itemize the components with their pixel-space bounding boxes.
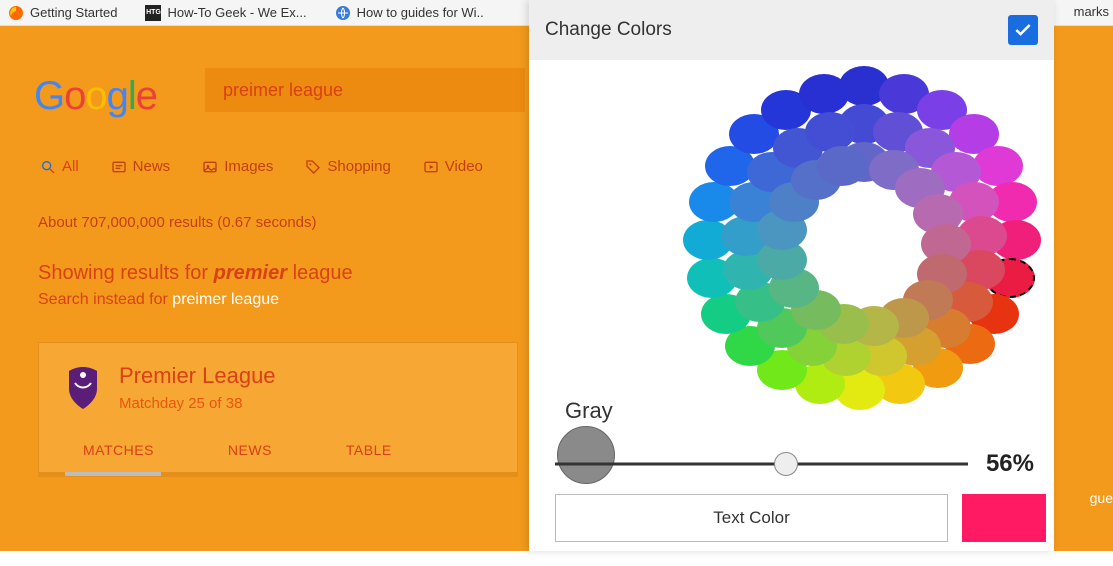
corrected-term[interactable]: premier	[214, 262, 287, 284]
showing-prefix: Showing results for	[38, 262, 214, 284]
tab-label: Video	[445, 158, 483, 175]
news-icon	[111, 159, 127, 175]
color-ellipse[interactable]	[973, 146, 1023, 186]
popup-bottom-row: Text Color	[555, 494, 1046, 542]
image-icon	[202, 159, 218, 175]
instead-prefix: Search instead for	[38, 291, 172, 308]
search-icon	[40, 159, 56, 175]
tab-videos[interactable]: Video	[423, 158, 483, 175]
strip-text: gue	[1090, 490, 1113, 506]
card-subtitle: Matchday 25 of 38	[119, 395, 276, 412]
apply-check-button[interactable]	[1008, 15, 1038, 45]
premier-league-logo-icon	[65, 365, 101, 411]
popup-header: Change Colors	[529, 0, 1054, 60]
bookmarks-overflow-label[interactable]: marks	[1074, 4, 1109, 19]
bookmark-label: How-To Geek - We Ex...	[167, 5, 306, 20]
globe-icon	[335, 5, 351, 21]
play-icon	[423, 159, 439, 175]
htg-icon: HTG	[145, 5, 161, 21]
slider-value: 56%	[986, 450, 1034, 478]
bookmark-howtoguides[interactable]: How to guides for Wi..	[335, 5, 484, 21]
check-icon	[1013, 20, 1033, 40]
color-wheel[interactable]	[613, 66, 1015, 444]
bookmark-label: Getting Started	[30, 5, 117, 20]
search-instead-for: Search instead for preimer league	[38, 291, 279, 309]
showing-results-for: Showing results for premier league	[38, 262, 353, 285]
card-tab-matches[interactable]: MATCHES	[83, 442, 154, 458]
bookmark-label: How to guides for Wi..	[357, 5, 484, 20]
bookmark-howtogeek[interactable]: HTG How-To Geek - We Ex...	[145, 5, 306, 21]
card-title[interactable]: Premier League	[119, 363, 276, 389]
lightness-slider[interactable]	[555, 450, 968, 478]
instead-link[interactable]: preimer league	[172, 291, 279, 308]
results-stats: About 707,000,000 results (0.67 seconds)	[38, 214, 317, 231]
tab-shopping[interactable]: Shopping	[305, 158, 390, 175]
card-tabs: MATCHES NEWS TABLE	[39, 426, 517, 472]
right-edge-strip: gue ue is	[1059, 52, 1113, 551]
current-color-swatch[interactable]	[962, 494, 1046, 542]
color-ellipse[interactable]	[817, 146, 867, 186]
tab-label: Shopping	[327, 158, 390, 175]
tab-all[interactable]: All	[40, 158, 79, 175]
slider-thumb[interactable]	[774, 452, 798, 476]
change-colors-panel: Change Colors Gray 56% Text Color	[529, 0, 1054, 551]
tab-label: All	[62, 158, 79, 175]
tab-news[interactable]: News	[111, 158, 171, 175]
text-color-button[interactable]: Text Color	[555, 494, 948, 542]
premier-league-card: Premier League Matchday 25 of 38 MATCHES…	[38, 342, 518, 477]
firefox-icon	[8, 5, 24, 21]
gray-label: Gray	[565, 398, 613, 424]
showing-suffix: league	[287, 262, 353, 284]
tab-label: Images	[224, 158, 273, 175]
popup-title: Change Colors	[545, 19, 672, 41]
bookmark-getting-started[interactable]: Getting Started	[8, 5, 117, 21]
card-tab-news[interactable]: NEWS	[228, 442, 272, 458]
tab-label: News	[133, 158, 171, 175]
search-input[interactable]: preimer league	[205, 68, 525, 112]
lightness-slider-row: 56%	[555, 450, 1034, 478]
google-logo[interactable]: Google	[34, 74, 157, 119]
color-ellipse[interactable]	[799, 74, 849, 114]
color-wheel-area: Gray	[529, 60, 1054, 440]
tag-icon	[305, 159, 321, 175]
card-tab-table[interactable]: TABLE	[346, 442, 392, 458]
search-value: preimer league	[223, 80, 343, 101]
strip-text: ue is	[1083, 550, 1113, 566]
tab-images[interactable]: Images	[202, 158, 273, 175]
search-tabs: All News Images Shopping Video	[40, 158, 483, 175]
